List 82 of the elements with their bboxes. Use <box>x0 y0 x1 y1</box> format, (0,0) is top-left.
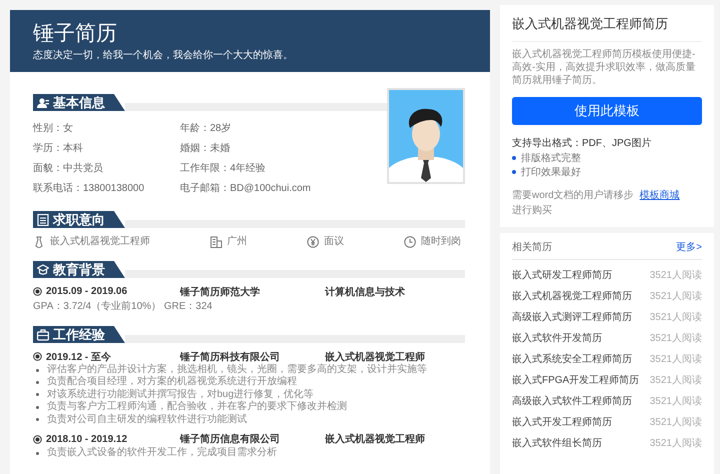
info-field: 联系电话：13800138000 <box>33 179 180 199</box>
info-field: 年龄：28岁 <box>180 119 387 139</box>
building-icon <box>210 236 222 248</box>
read-count: 3521人阅读 <box>650 416 702 428</box>
feature-text: 排版格式完整 <box>521 152 581 165</box>
tie-icon <box>33 236 45 248</box>
entry-period: 2015.09 - 2019.06 <box>46 286 128 297</box>
timeline-dot-icon <box>33 434 42 444</box>
read-count: 3521人阅读 <box>650 290 702 302</box>
intent-text: 广州 <box>227 235 247 249</box>
bullet-icon <box>36 406 39 409</box>
more-link[interactable]: 更多> <box>676 240 702 254</box>
document-icon <box>37 214 49 226</box>
read-count: 3521人阅读 <box>650 394 702 408</box>
read-count: 3521人阅读 <box>650 352 702 366</box>
bullet-text: 负责与客户方工程师沟通，配合验收，并在客户的要求下修改并检测 <box>47 401 347 414</box>
related-resume-link[interactable]: 嵌入式开发工程师简历 <box>512 414 612 428</box>
info-field: 学历：本科 <box>33 139 180 159</box>
read-count: 3521人阅读 <box>650 374 702 386</box>
entry-organization: 锤子简历师范大学 <box>180 286 261 298</box>
graduation-cap-icon <box>37 264 49 276</box>
related-resume-link[interactable]: 嵌入式软件组长简历 <box>512 436 602 450</box>
bullet-text: 负责嵌入式设备的软件开发工作，完成项目需求分析 <box>47 446 277 460</box>
info-field: 面貌：中共党员 <box>33 159 180 179</box>
related-resume-link[interactable]: 嵌入式FPGA开发工程师简历 <box>512 372 640 386</box>
read-count: 3521人阅读 <box>650 310 702 324</box>
related-resume-link[interactable]: 嵌入式系统安全工程师简历 <box>512 352 632 366</box>
bullet-text: 评估客户的产品并设计方案，挑选相机，镜头，光圈，需要多高的支架，设计并实施等 <box>47 364 427 376</box>
intent-text: 嵌入式机器视觉工程师 <box>50 235 150 249</box>
section-heading: 基本信息 <box>33 94 125 111</box>
related-resume-link[interactable]: 嵌入式研发工程师简历 <box>512 268 612 282</box>
bullet-icon <box>36 381 39 384</box>
bullet-icon <box>36 418 39 422</box>
briefcase-icon <box>37 328 49 340</box>
section-heading: 教育背景 <box>33 261 125 278</box>
entry-period: 2019.12 - 至今 <box>46 350 112 364</box>
read-count: 3521人阅读 <box>650 436 702 450</box>
template-description: 嵌入式机器视觉工程师简历模板使用便捷-高效-实用，高效提升求职效率，做高质量简历就用锤子简历。 <box>512 48 696 87</box>
intent-text: 随时到岗 <box>421 235 461 249</box>
resume-motto: 态度决定一切，给我一个机会，我会给你一个大大的惊喜。 <box>33 49 294 63</box>
word-note-text: 需要word文档的用户请移步 <box>512 189 634 202</box>
info-field: 工作年限：4年经验 <box>180 159 387 179</box>
related-title: 相关简历 <box>512 240 552 254</box>
export-formats: 支持导出格式：PDF、JPG图片 <box>512 137 652 151</box>
section-heading: 求职意向 <box>33 211 125 228</box>
bullet-icon <box>36 368 39 372</box>
feature-text: 打印效果最好 <box>521 166 581 179</box>
bullet-icon <box>512 156 516 160</box>
bullet-text: 负责对公司自主研发的编程软件进行功能测试 <box>47 414 247 426</box>
related-resume-link[interactable]: 嵌入式软件开发简历 <box>512 330 602 344</box>
template-store-link[interactable]: 模板商城 <box>640 189 680 202</box>
clock-icon <box>404 236 416 248</box>
info-field: 婚姻：未婚 <box>180 139 387 159</box>
bullet-icon <box>36 393 39 396</box>
word-note-text: 进行购买 <box>512 204 552 217</box>
entry-detail: GPA：3.72/4（专业前10%） GRE：324 <box>33 300 214 314</box>
template-title: 嵌入式机器视觉工程师简历 <box>512 15 702 42</box>
entry-organization: 锤子简历科技有限公司 <box>180 350 281 364</box>
timeline-dot-icon <box>33 352 42 361</box>
related-resume-link[interactable]: 高级嵌入式测评工程师简历 <box>512 310 632 324</box>
resume-title: 锤子简历 <box>33 21 118 47</box>
intent-text: 面议 <box>324 235 344 249</box>
entry-role: 嵌入式机器视觉工程师 <box>325 350 425 364</box>
entry-period: 2018.10 - 2019.12 <box>46 434 128 445</box>
entry-role: 计算机信息与技术 <box>325 286 405 298</box>
bullet-icon <box>512 170 516 174</box>
use-template-button[interactable]: 使用此模板 <box>512 97 702 125</box>
timeline-dot-icon <box>33 287 42 296</box>
entry-organization: 锤子简历信息有限公司 <box>180 432 281 446</box>
section-heading: 工作经验 <box>33 326 125 343</box>
bullet-icon <box>36 452 39 455</box>
related-resume-link[interactable]: 高级嵌入式软件工程师简历 <box>512 394 632 408</box>
bullet-text: 对该系统进行功能测试并撰写报告，对bug进行修复，优化等 <box>47 388 314 400</box>
user-icon <box>37 96 49 108</box>
info-field: 性别：女 <box>33 119 180 139</box>
read-count: 3521人阅读 <box>650 268 702 282</box>
info-field: 电子邮箱：BD@100chui.com <box>180 179 387 199</box>
related-resume-link[interactable]: 嵌入式机器视觉工程师简历 <box>512 288 632 302</box>
read-count: 3521人阅读 <box>650 332 702 344</box>
entry-role: 嵌入式机器视觉工程师 <box>325 432 425 446</box>
yen-icon <box>307 236 319 248</box>
bullet-text: 负责配合项目经理，对方案的机器视觉系统进行开放编程 <box>47 376 297 388</box>
